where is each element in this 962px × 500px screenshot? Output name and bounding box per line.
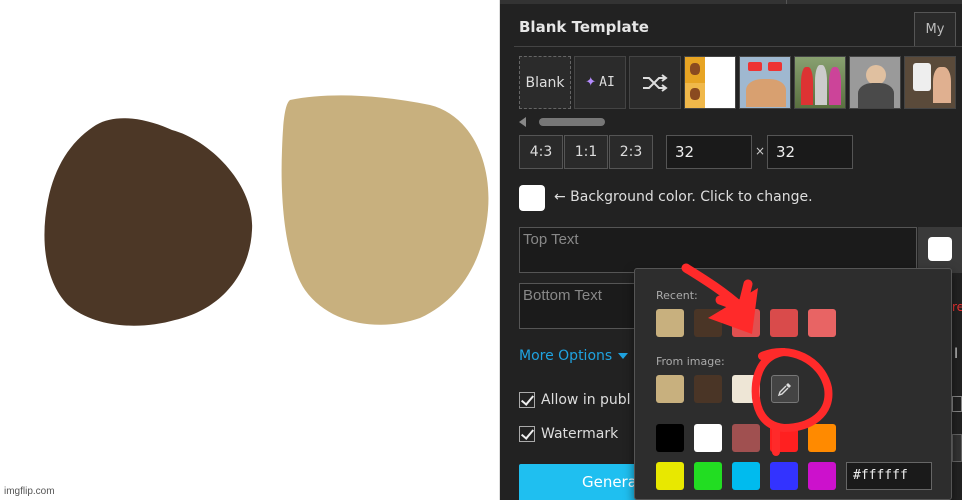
palette-color-swatch[interactable] (694, 424, 722, 452)
recent-label: Recent: (656, 289, 698, 302)
cutoff-control (952, 396, 962, 412)
template-thumb-two-buttons[interactable] (739, 56, 791, 109)
recent-color-swatch[interactable] (770, 309, 798, 337)
scroll-thumb[interactable] (539, 118, 605, 126)
dark-brown-blob (44, 118, 253, 326)
canvas-drawing (44, 95, 489, 326)
recent-color-swatch[interactable] (732, 309, 760, 337)
palette-color-swatch[interactable] (808, 462, 836, 490)
palette-color-swatch[interactable] (770, 424, 798, 452)
ai-label: AI (599, 75, 615, 90)
ratio-2-3-button[interactable]: 2:3 (609, 135, 653, 169)
palette-color-swatch[interactable] (656, 462, 684, 490)
background-color-label: ← Background color. Click to change. (554, 189, 813, 205)
hex-input[interactable]: #ffffff (846, 462, 932, 490)
watermark-checkbox[interactable]: Watermark (519, 426, 618, 442)
color-picker-popup: Recent: From image: #ffffff (634, 268, 952, 500)
from-image-label: From image: (656, 355, 725, 368)
background-color-swatch[interactable] (519, 185, 545, 211)
palette-color-swatch[interactable] (808, 424, 836, 452)
template-scrollbar[interactable] (519, 116, 962, 128)
divider (514, 46, 962, 47)
palette-color-swatch[interactable] (770, 462, 798, 490)
scroll-left-icon[interactable] (519, 117, 526, 127)
more-options-label: More Options (519, 348, 613, 364)
image-color-swatch[interactable] (656, 375, 684, 403)
height-input[interactable]: 32 (767, 135, 853, 169)
times-sign: × (755, 144, 766, 158)
top-edge (500, 0, 962, 4)
template-thumb-bernie[interactable] (849, 56, 901, 109)
template-thumb-drake[interactable] (684, 56, 736, 109)
watermark: imgflip.com (4, 486, 55, 497)
check-icon (519, 392, 535, 408)
allow-public-checkbox[interactable]: Allow in publ (519, 392, 631, 408)
blank-label: Blank (525, 74, 565, 91)
cutoff-text: I (954, 346, 959, 362)
palette-color-swatch[interactable] (732, 424, 760, 452)
top-text-color-button[interactable] (918, 227, 962, 273)
caret-down-icon (618, 353, 629, 359)
tab-my[interactable]: My (914, 12, 956, 46)
template-title: Blank Template (519, 18, 649, 36)
allow-public-label: Allow in publ (541, 392, 631, 408)
palette-color-swatch[interactable] (732, 462, 760, 490)
image-color-swatch[interactable] (732, 375, 760, 403)
random-template-button[interactable] (629, 56, 681, 109)
tab-edge (786, 0, 962, 4)
width-input[interactable]: 32 (666, 135, 752, 169)
palette-color-swatch[interactable] (656, 424, 684, 452)
recent-color-swatch[interactable] (808, 309, 836, 337)
template-thumb-uno[interactable] (904, 56, 956, 109)
palette-color-swatch[interactable] (694, 462, 722, 490)
recent-color-swatch[interactable] (694, 309, 722, 337)
ratio-1-1-button[interactable]: 1:1 (564, 135, 608, 169)
ai-template-button[interactable]: ✦ AI (574, 56, 626, 109)
eyedropper-button[interactable] (771, 375, 799, 403)
check-icon (519, 426, 535, 442)
ratio-4-3-button[interactable]: 4:3 (519, 135, 563, 169)
meme-canvas[interactable]: imgflip.com (0, 0, 500, 500)
cutoff-control (952, 434, 962, 462)
blank-template-button[interactable]: Blank (519, 56, 571, 109)
color-swatch (928, 237, 952, 261)
image-color-swatch[interactable] (694, 375, 722, 403)
shuffle-icon (643, 73, 668, 92)
recent-color-swatch[interactable] (656, 309, 684, 337)
watermark-label: Watermark (541, 426, 619, 442)
tan-blob (281, 95, 489, 325)
sparkle-icon: ✦ (585, 75, 597, 90)
more-options-link[interactable]: More Options (519, 348, 629, 364)
cutoff-text: re (952, 300, 962, 314)
top-text-input[interactable]: Top Text (519, 227, 917, 273)
eyedropper-icon (777, 383, 791, 397)
template-thumb-distracted[interactable] (794, 56, 846, 109)
